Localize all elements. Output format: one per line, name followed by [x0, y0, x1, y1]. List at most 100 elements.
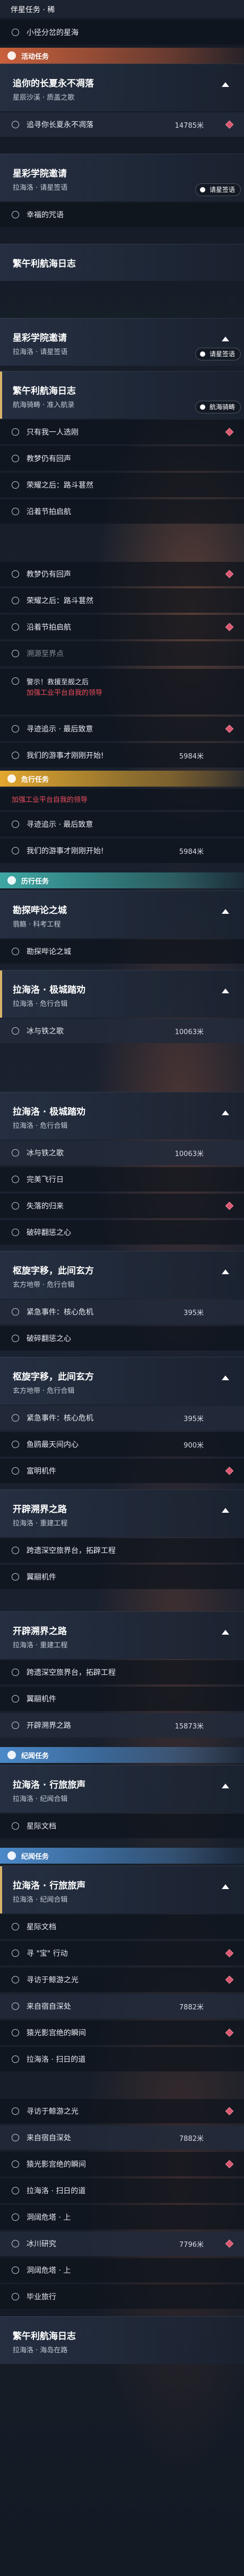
list-item[interactable]: 寻 "宝" 行动 [0, 1941, 244, 1965]
location-badge: 请星签语 [195, 183, 241, 196]
list-item[interactable]: 拉海洛 · 扫日的道 [0, 2047, 244, 2071]
list-item-label: 跨遗深空旅界台，拓辟工程 [27, 1547, 116, 1555]
list-item[interactable]: 教梦仍有回声 [0, 446, 244, 471]
list-item[interactable]: 寻迹追示 · 最后致意 [0, 717, 244, 741]
list-item[interactable]: 鱼鸥最天间内心 900米 [0, 1432, 244, 1457]
list-item[interactable]: 我们的游事才刚刚开始! 5984米 [0, 743, 244, 767]
list-item[interactable]: 我们的游事才刚刚开始! 5984米 [0, 839, 244, 863]
category-header-journey[interactable]: 历行任务 [0, 872, 244, 888]
list-item[interactable]: 冰与铁之歌 10063米 [0, 1141, 244, 1165]
distance-label: 395米 [184, 1309, 204, 1317]
quest-card[interactable]: 拉海洛 · 极城踏劝 拉海洛 · 危行合辑 [0, 1092, 244, 1140]
collapse-caret-icon[interactable] [222, 1508, 229, 1513]
quest-card[interactable]: 星彩学院邀请 拉海洛 · 请星签语 请星签语 [0, 318, 244, 366]
quest-card[interactable]: 开辟溯界之路 拉海洛 · 重建工程 [0, 1489, 244, 1537]
list-item[interactable]: 荣耀之后：路斗葚然 [0, 473, 244, 497]
location-badge: 航海骑畴 [195, 401, 241, 413]
list-item-label: 寻迹追示 · 最后致意 [27, 821, 93, 829]
list-item-label: 紧急事件：核心危机 [27, 1414, 93, 1423]
list-item[interactable]: 完美飞行日 [0, 1167, 244, 1192]
list-item[interactable]: 沿着节拍启航 [0, 499, 244, 524]
list-item[interactable]: 猿光影宫绝的瞬间 [0, 2152, 244, 2176]
list-item-label: 失落的归来 [27, 1202, 64, 1211]
list-item[interactable]: 教梦仍有回声 [0, 562, 244, 586]
list-item[interactable]: 翼翮机件 [0, 1687, 244, 1711]
quest-card[interactable]: 繁午利航海日志 航海骑畴 · 准入航录 航海骑畴 [0, 371, 244, 419]
quest-card[interactable]: 枢旋字移，此间玄方 玄方地带 · 危行合辑 [0, 1357, 244, 1405]
list-item[interactable]: 来自宿自深处 7882米 [0, 2125, 244, 2150]
collapse-caret-icon[interactable] [222, 1630, 229, 1635]
list-item[interactable]: 荣耀之后：路斗葚然 [0, 588, 244, 613]
status-circle-icon [12, 2266, 19, 2274]
list-item[interactable]: 破碎翻惩之心 [0, 1326, 244, 1351]
quest-card[interactable]: 勘探哔论之城 翡觞 · 科考工程 [0, 890, 244, 938]
list-item[interactable]: 紧急事件：核心危机 395米 [0, 1300, 244, 1324]
collapse-caret-icon[interactable] [222, 1269, 229, 1274]
status-circle-icon [12, 2029, 19, 2036]
category-header-chrono[interactable]: 纪闻任务 [0, 1747, 244, 1763]
list-item[interactable]: 洞阔危塔 · 上 [0, 2205, 244, 2229]
list-item[interactable]: 拉海洛 · 扫日的道 [0, 2178, 244, 2203]
quest-card[interactable]: 拉海洛 · 行旅旅声 拉海洛 · 纪闻合辑 [0, 1866, 244, 1913]
collapse-caret-icon[interactable] [222, 909, 229, 914]
collapse-caret-icon[interactable] [222, 1110, 229, 1115]
collapse-caret-icon[interactable] [222, 1375, 229, 1380]
quest-subtitle: 拉海洛 · 纪闻合辑 [13, 1795, 68, 1803]
collapse-caret-icon[interactable] [222, 989, 229, 993]
quest-title: 星彩学院邀请 [13, 333, 67, 343]
list-item[interactable]: 小径分岔的星海 [0, 20, 244, 45]
collapse-caret-icon[interactable] [222, 1884, 229, 1889]
list-item[interactable]: 猿光影宫绝的瞬间 [0, 2021, 244, 2045]
list-item[interactable]: 翼翮机件 [0, 1565, 244, 1589]
list-item[interactable]: 星际文档 [0, 1915, 244, 1939]
quest-card[interactable]: 星彩学院邀请 拉海洛 · 请星签语 请星签语 [0, 154, 244, 201]
quest-card[interactable]: 拉海洛 · 行旅旅声 拉海洛 · 纪闻合辑 [0, 1765, 244, 1813]
collapse-caret-icon[interactable] [222, 1784, 229, 1788]
list-item[interactable]: 寻访于鲸游之光 [0, 2099, 244, 2123]
status-circle-icon [12, 2240, 19, 2247]
list-item[interactable]: 富明机件 [0, 1459, 244, 1483]
alert-item[interactable]: 警示！救援至舰之后 加强工业平台自我的领导 [0, 669, 244, 714]
list-item[interactable]: 开辟溯界之路 15873米 [0, 1713, 244, 1737]
category-header-activity[interactable]: 活动任务 [0, 48, 244, 64]
list-item[interactable]: 幸福的咒语 [0, 202, 244, 227]
quest-subtitle: 翡觞 · 科考工程 [13, 921, 61, 929]
category-label: 历行任务 [21, 877, 49, 886]
list-item[interactable]: 来自宿自深处 7882米 [0, 1994, 244, 2018]
list-item[interactable]: 跨遗深空旅界台，拓辟工程 [0, 1660, 244, 1684]
distance-label: 10063米 [175, 1150, 204, 1158]
list-item[interactable]: 洞阔危塔 · 上 [0, 2258, 244, 2282]
collapse-caret-icon[interactable] [222, 82, 229, 87]
quest-card[interactable]: 繁午利航海日志 [0, 244, 244, 281]
list-item-label: 毕业旅行 [27, 2293, 56, 2301]
list-item[interactable]: 星际文档 [0, 1814, 244, 1838]
status-circle-icon [12, 2187, 19, 2194]
quest-subtitle: 拉海洛 · 纪闻合辑 [13, 1896, 68, 1904]
list-item[interactable]: 毕业旅行 [0, 2284, 244, 2309]
collapse-caret-icon[interactable] [222, 337, 229, 341]
alert-item[interactable]: 加强工业平台自我的领导 [0, 789, 244, 810]
list-item[interactable]: 紧急事件：核心危机 395米 [0, 1406, 244, 1430]
category-header-danger[interactable]: 危行任务 [0, 771, 244, 787]
distance-label: 14785米 [175, 121, 204, 130]
list-item[interactable]: 溯源至界点 [0, 641, 244, 666]
list-item[interactable]: 冰与铁之歌 10063米 [0, 1019, 244, 1043]
category-header-chrono[interactable]: 纪闻任务 [0, 1848, 244, 1864]
list-item[interactable]: 只有我一人选刚 [0, 420, 244, 444]
list-item[interactable]: 勘探哔论之城 [0, 939, 244, 964]
list-item[interactable]: 寻迹追示 · 最后致意 [0, 812, 244, 836]
quest-subtitle: 航海骑畴 · 准入航录 [13, 401, 75, 409]
quest-card[interactable]: 追你的长夏永不凋落 星辰沙溪 · 质盖之歌 [0, 64, 244, 111]
alert-detail: 加强工业平台自我的领导 [12, 796, 88, 804]
list-item[interactable]: 寻访于鲸游之光 [0, 1968, 244, 1992]
quest-card[interactable]: 开辟溯界之路 拉海洛 · 重建工程 [0, 1611, 244, 1659]
quest-card[interactable]: 繁午利航海日志 拉海洛 · 海岛在路 [0, 2316, 244, 2364]
list-item[interactable]: 追寻你长夏永不凋落 14785米 [0, 112, 244, 137]
list-item[interactable]: 沿着节拍启航 [0, 615, 244, 639]
list-item[interactable]: 失落的归来 [0, 1194, 244, 1218]
quest-card[interactable]: 拉海洛 · 极城踏劝 拉海洛 · 危行合辑 [0, 970, 244, 1018]
list-item[interactable]: 破碎翻惩之心 [0, 1220, 244, 1245]
list-item[interactable]: 跨遗深空旅界台，拓辟工程 [0, 1538, 244, 1563]
list-item[interactable]: 冰川研究 7796米 [0, 2231, 244, 2256]
quest-card[interactable]: 枢旋字移，此间玄方 玄方地带 · 危行合辑 [0, 1251, 244, 1299]
